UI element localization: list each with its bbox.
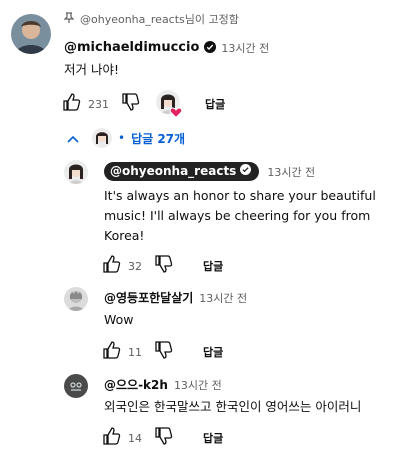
avatar[interactable] — [11, 14, 51, 54]
reply-text: 외국인은 한국말쓰고 한국인이 영어쓰는 아이러니 — [104, 399, 362, 414]
comment-author[interactable]: @michaeldimuccio — [64, 40, 199, 55]
reply-author: @ohyeonha_reacts — [110, 164, 237, 178]
comment-header: @michaeldimuccio 13시간 전 — [64, 38, 269, 57]
like-count: 14 — [128, 431, 142, 445]
replies-toggle[interactable]: • 답글 27개 — [66, 128, 185, 148]
dislike-icon[interactable] — [154, 340, 174, 364]
like-icon[interactable] — [62, 92, 82, 116]
dislike-icon[interactable] — [154, 426, 174, 449]
reply-header: @ohyeonha_reacts 13시간 전 — [104, 162, 315, 181]
reply-text: It's always an honor to share your beaut… — [104, 188, 376, 243]
replies-avatar — [92, 128, 112, 148]
like-count: 231 — [88, 97, 109, 111]
reply-actions: 11 — [102, 340, 174, 364]
avatar[interactable] — [64, 374, 88, 398]
heart-icon — [169, 103, 183, 122]
replies-count-label: 답글 27개 — [131, 131, 186, 146]
pinned-row: @ohyeonha_reacts님이 고정함 — [63, 9, 239, 28]
comment-time[interactable]: 13시간 전 — [221, 40, 269, 56]
avatar[interactable] — [64, 287, 88, 311]
dislike-icon[interactable] — [154, 254, 174, 278]
like-count: 11 — [128, 345, 142, 359]
reply-actions: 32 — [102, 254, 174, 278]
dislike-icon[interactable] — [121, 92, 141, 116]
like-icon[interactable] — [102, 340, 122, 364]
verified-icon — [204, 38, 217, 57]
reply-author[interactable]: @영등포한달살기 — [104, 289, 193, 306]
reply-time[interactable]: 13시간 전 — [199, 290, 247, 306]
author-chip[interactable]: @ohyeonha_reacts — [104, 162, 260, 181]
like-icon[interactable] — [102, 254, 122, 278]
reply-author[interactable]: @으으-k2h — [104, 376, 168, 393]
avatar[interactable] — [64, 160, 88, 184]
reply-button[interactable]: 답글 — [203, 430, 223, 446]
like-icon[interactable] — [102, 426, 122, 449]
like-count: 32 — [128, 259, 142, 273]
reply-time[interactable]: 13시간 전 — [174, 377, 222, 393]
chevron-up-icon — [66, 129, 80, 148]
comment-text: 저거 나야! — [64, 62, 119, 77]
reply-button[interactable]: 답글 — [203, 344, 223, 360]
reply-actions: 14 — [102, 426, 174, 449]
comment-actions: 231 — [62, 90, 183, 119]
reply-button[interactable]: 답글 — [203, 258, 223, 274]
reply-time[interactable]: 13시간 전 — [267, 164, 315, 180]
reply-text: Wow — [104, 312, 134, 327]
creator-heart[interactable] — [156, 90, 184, 119]
pin-icon — [63, 9, 75, 28]
pinned-label: @ohyeonha_reacts님이 고정함 — [80, 12, 239, 26]
verified-icon — [240, 164, 252, 178]
reply-button[interactable]: 답글 — [205, 96, 225, 112]
reply-header: @영등포한달살기 13시간 전 — [104, 289, 247, 306]
reply-header: @으으-k2h 13시간 전 — [104, 376, 222, 393]
